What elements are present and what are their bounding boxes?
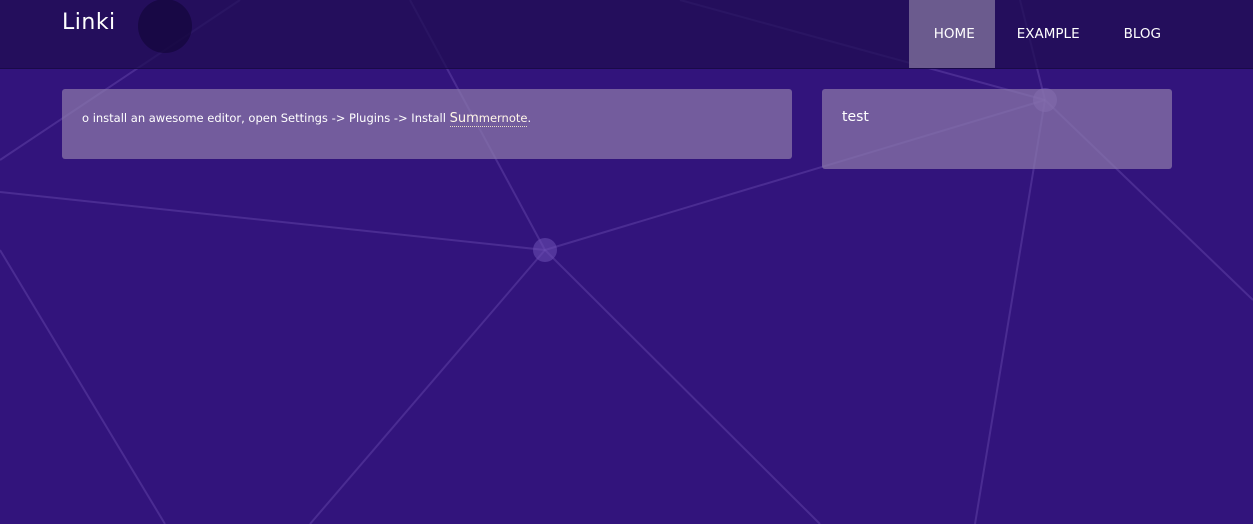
sidebar-panel: test <box>822 89 1172 169</box>
notice-text-after: . <box>527 111 532 125</box>
nav-example[interactable]: EXAMPLE <box>995 0 1102 68</box>
summernote-link-part2: mernote <box>478 111 528 125</box>
notice-text-before: o install an awesome editor, open Settin… <box>82 111 450 125</box>
network-background <box>0 0 1253 524</box>
nav-home[interactable]: HOME <box>908 0 995 68</box>
top-navbar: Linki HOME EXAMPLE BLOG <box>0 0 1253 69</box>
nav-blog[interactable]: BLOG <box>1102 0 1183 68</box>
summernote-link[interactable]: Summernote <box>449 111 528 127</box>
main-notice-panel: o install an awesome editor, open Settin… <box>62 89 792 159</box>
main-nav: HOME EXAMPLE BLOG <box>908 0 1183 68</box>
brand-logo[interactable]: Linki <box>62 10 116 35</box>
summernote-link-part1: Sum <box>449 111 479 126</box>
sidebar-text: test <box>842 109 869 125</box>
brand-decor-circle <box>138 0 192 53</box>
notice-text: o install an awesome editor, open Settin… <box>82 111 532 127</box>
